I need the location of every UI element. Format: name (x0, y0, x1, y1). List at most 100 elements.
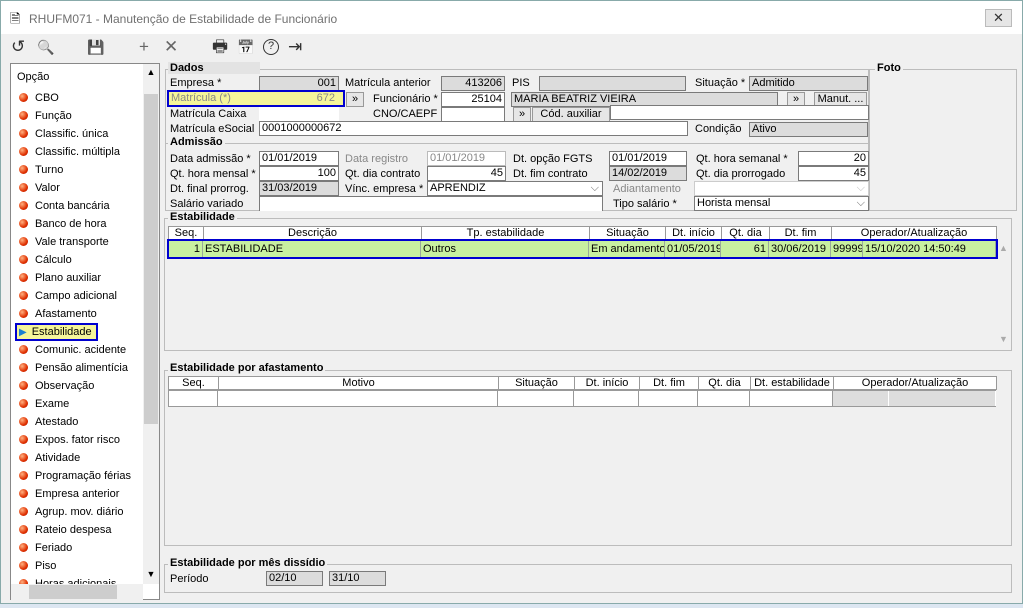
print-icon[interactable]: 🖶 (212, 37, 228, 57)
sidebar-item[interactable]: Plano auxiliar (19, 269, 101, 287)
matricula-caixa-field[interactable] (259, 107, 339, 122)
vinc-empresa-select[interactable]: APRENDIZ ⌵ (427, 181, 603, 196)
pis-field[interactable] (539, 76, 686, 91)
qt-hora-semanal-field[interactable]: 20 (798, 151, 869, 166)
column-header[interactable]: Motivo (219, 376, 499, 390)
sidebar-item[interactable]: Classific. única (19, 125, 108, 143)
qt-dia-contrato-field[interactable]: 45 (427, 166, 506, 181)
sidebar-item-label: Classific. única (35, 128, 109, 140)
bullet-icon (19, 543, 28, 552)
delete-icon[interactable]: ✕ (164, 37, 178, 57)
sidebar-item[interactable]: Observação (19, 377, 94, 395)
main-window: 🗎 RHUFM071 - Manutenção de Estabilidade … (0, 0, 1023, 604)
close-button[interactable]: ✕ (985, 9, 1012, 27)
scrollbar-thumb[interactable] (144, 94, 158, 424)
column-header[interactable]: Dt. estabilidade (751, 376, 834, 390)
periodo-inicio-field: 02/10 (266, 571, 323, 586)
sidebar-item[interactable]: CBO (19, 89, 59, 107)
tipo-salario-select[interactable]: Horista mensal ⌵ (694, 196, 869, 211)
sidebar-item-label: CBO (35, 92, 59, 104)
sidebar-item[interactable]: Comunic. acidente (19, 341, 126, 359)
sidebar-item[interactable]: Atividade (19, 449, 80, 467)
horizontal-scrollbar[interactable] (11, 584, 143, 600)
table-row[interactable] (168, 390, 996, 407)
sidebar-item[interactable]: Feriado (19, 539, 72, 557)
bullet-icon (19, 147, 28, 156)
qt-dia-prorrogado-field[interactable]: 45 (798, 166, 869, 181)
data-registro-label: Data registro (345, 153, 408, 165)
sidebar-item[interactable]: Rateio despesa (19, 521, 111, 539)
sidebar-item[interactable]: Exame (19, 395, 69, 413)
column-header[interactable]: Dt. início (666, 226, 722, 240)
sidebar-item[interactable]: Piso (19, 557, 56, 575)
cod-auxiliar-lookup-button[interactable]: » (513, 107, 531, 122)
cno-caepf-label: CNO/CAEPF (373, 108, 438, 120)
sidebar-item[interactable]: ▶ Estabilidade (15, 323, 98, 341)
exit-icon[interactable]: ⇥ (288, 37, 302, 57)
cod-auxiliar-button[interactable]: Cód. auxiliar (532, 107, 610, 122)
matricula-lookup-button[interactable]: » (346, 92, 364, 107)
qt-hora-mensal-field[interactable]: 100 (259, 166, 339, 181)
save-icon[interactable]: 💾 (87, 37, 104, 57)
sidebar-item[interactable]: Pensão alimentícia (19, 359, 128, 377)
column-header[interactable]: Operador/Atualização (832, 226, 997, 240)
sidebar-item[interactable]: Valor (19, 179, 60, 197)
sidebar-item[interactable]: Empresa anterior (19, 485, 119, 503)
table-row[interactable]: 1 ESTABILIDADE Outros Em andamento 01/05/201… (167, 239, 998, 259)
column-header[interactable]: Seq. (169, 376, 219, 390)
empresa-field[interactable]: 001 (259, 76, 339, 91)
dt-fim-contrato-label: Dt. fim contrato (513, 168, 588, 180)
search-icon[interactable]: 🔍 (37, 37, 54, 57)
matricula-field[interactable]: Matrícula (*) 672 (167, 90, 345, 107)
cell-fim: 30/06/2019 (769, 241, 831, 257)
sidebar-item[interactable]: Banco de hora (19, 215, 107, 233)
funcionario-field[interactable]: 25104 (441, 92, 505, 107)
column-header[interactable]: Situação (590, 226, 666, 240)
foto-legend: Foto (875, 62, 903, 74)
column-header[interactable]: Dt. fim (770, 226, 832, 240)
sidebar-item[interactable]: Vale transporte (19, 233, 109, 251)
sidebar-item[interactable]: Turno (19, 161, 63, 179)
sidebar-item[interactable]: Campo adicional (19, 287, 117, 305)
column-header[interactable]: Tp. estabilidade (422, 226, 590, 240)
situacao-field[interactable]: Admitido (749, 76, 868, 91)
column-header[interactable]: Operador/Atualização (834, 376, 997, 390)
bullet-icon (19, 93, 28, 102)
column-header[interactable]: Dt. fim (640, 376, 699, 390)
scroll-up-icon[interactable]: ▲ (999, 243, 1008, 253)
matricula-esocial-field[interactable]: 0001000000672 (259, 121, 688, 136)
sidebar-item[interactable]: Classific. múltipla (19, 143, 120, 161)
qt-hora-mensal-label: Qt. hora mensal * (170, 168, 256, 180)
empty-cell (574, 391, 639, 406)
sidebar-item[interactable]: Função (19, 107, 72, 125)
sidebar-item[interactable]: Cálculo (19, 251, 72, 269)
vertical-scrollbar[interactable]: ▲ ▼ (143, 64, 159, 584)
sidebar-item[interactable]: Expos. fator risco (19, 431, 120, 449)
column-header[interactable]: Dt. início (575, 376, 640, 390)
column-header[interactable]: Descrição (204, 226, 422, 240)
salario-variado-field[interactable] (259, 196, 603, 211)
dt-final-prorrog-label: Dt. final prorrog. (170, 183, 249, 195)
bullet-icon (19, 237, 28, 246)
help-icon[interactable]: ? (263, 39, 279, 55)
column-header[interactable]: Qt. dia (722, 226, 770, 240)
condicao-field: Ativo (749, 122, 868, 137)
admissao-legend: Admissão (168, 136, 225, 148)
add-icon[interactable]: + (139, 37, 149, 57)
matricula-anterior-field[interactable]: 413206 (441, 76, 505, 91)
sidebar-item[interactable]: Atestado (19, 413, 78, 431)
column-header[interactable]: Qt. dia (699, 376, 751, 390)
column-header[interactable]: Situação (499, 376, 575, 390)
undo-icon[interactable]: ↺ (11, 37, 25, 57)
cno-caepf-field[interactable] (441, 107, 505, 122)
sidebar-item[interactable]: Agrup. mov. diário (19, 503, 123, 521)
scroll-down-icon[interactable]: ▼ (999, 334, 1008, 344)
sidebar-item[interactable]: Conta bancária (19, 197, 110, 215)
dt-opcao-fgts-field[interactable]: 01/01/2019 (609, 151, 687, 166)
column-header[interactable]: Seq. (169, 226, 204, 240)
data-admissao-field[interactable]: 01/01/2019 (259, 151, 339, 166)
calendar-icon[interactable]: 📅 (237, 37, 254, 57)
cod-auxiliar-field[interactable] (610, 105, 869, 120)
sidebar-item[interactable]: Programação férias (19, 467, 131, 485)
sidebar-item[interactable]: Afastamento (19, 305, 97, 323)
